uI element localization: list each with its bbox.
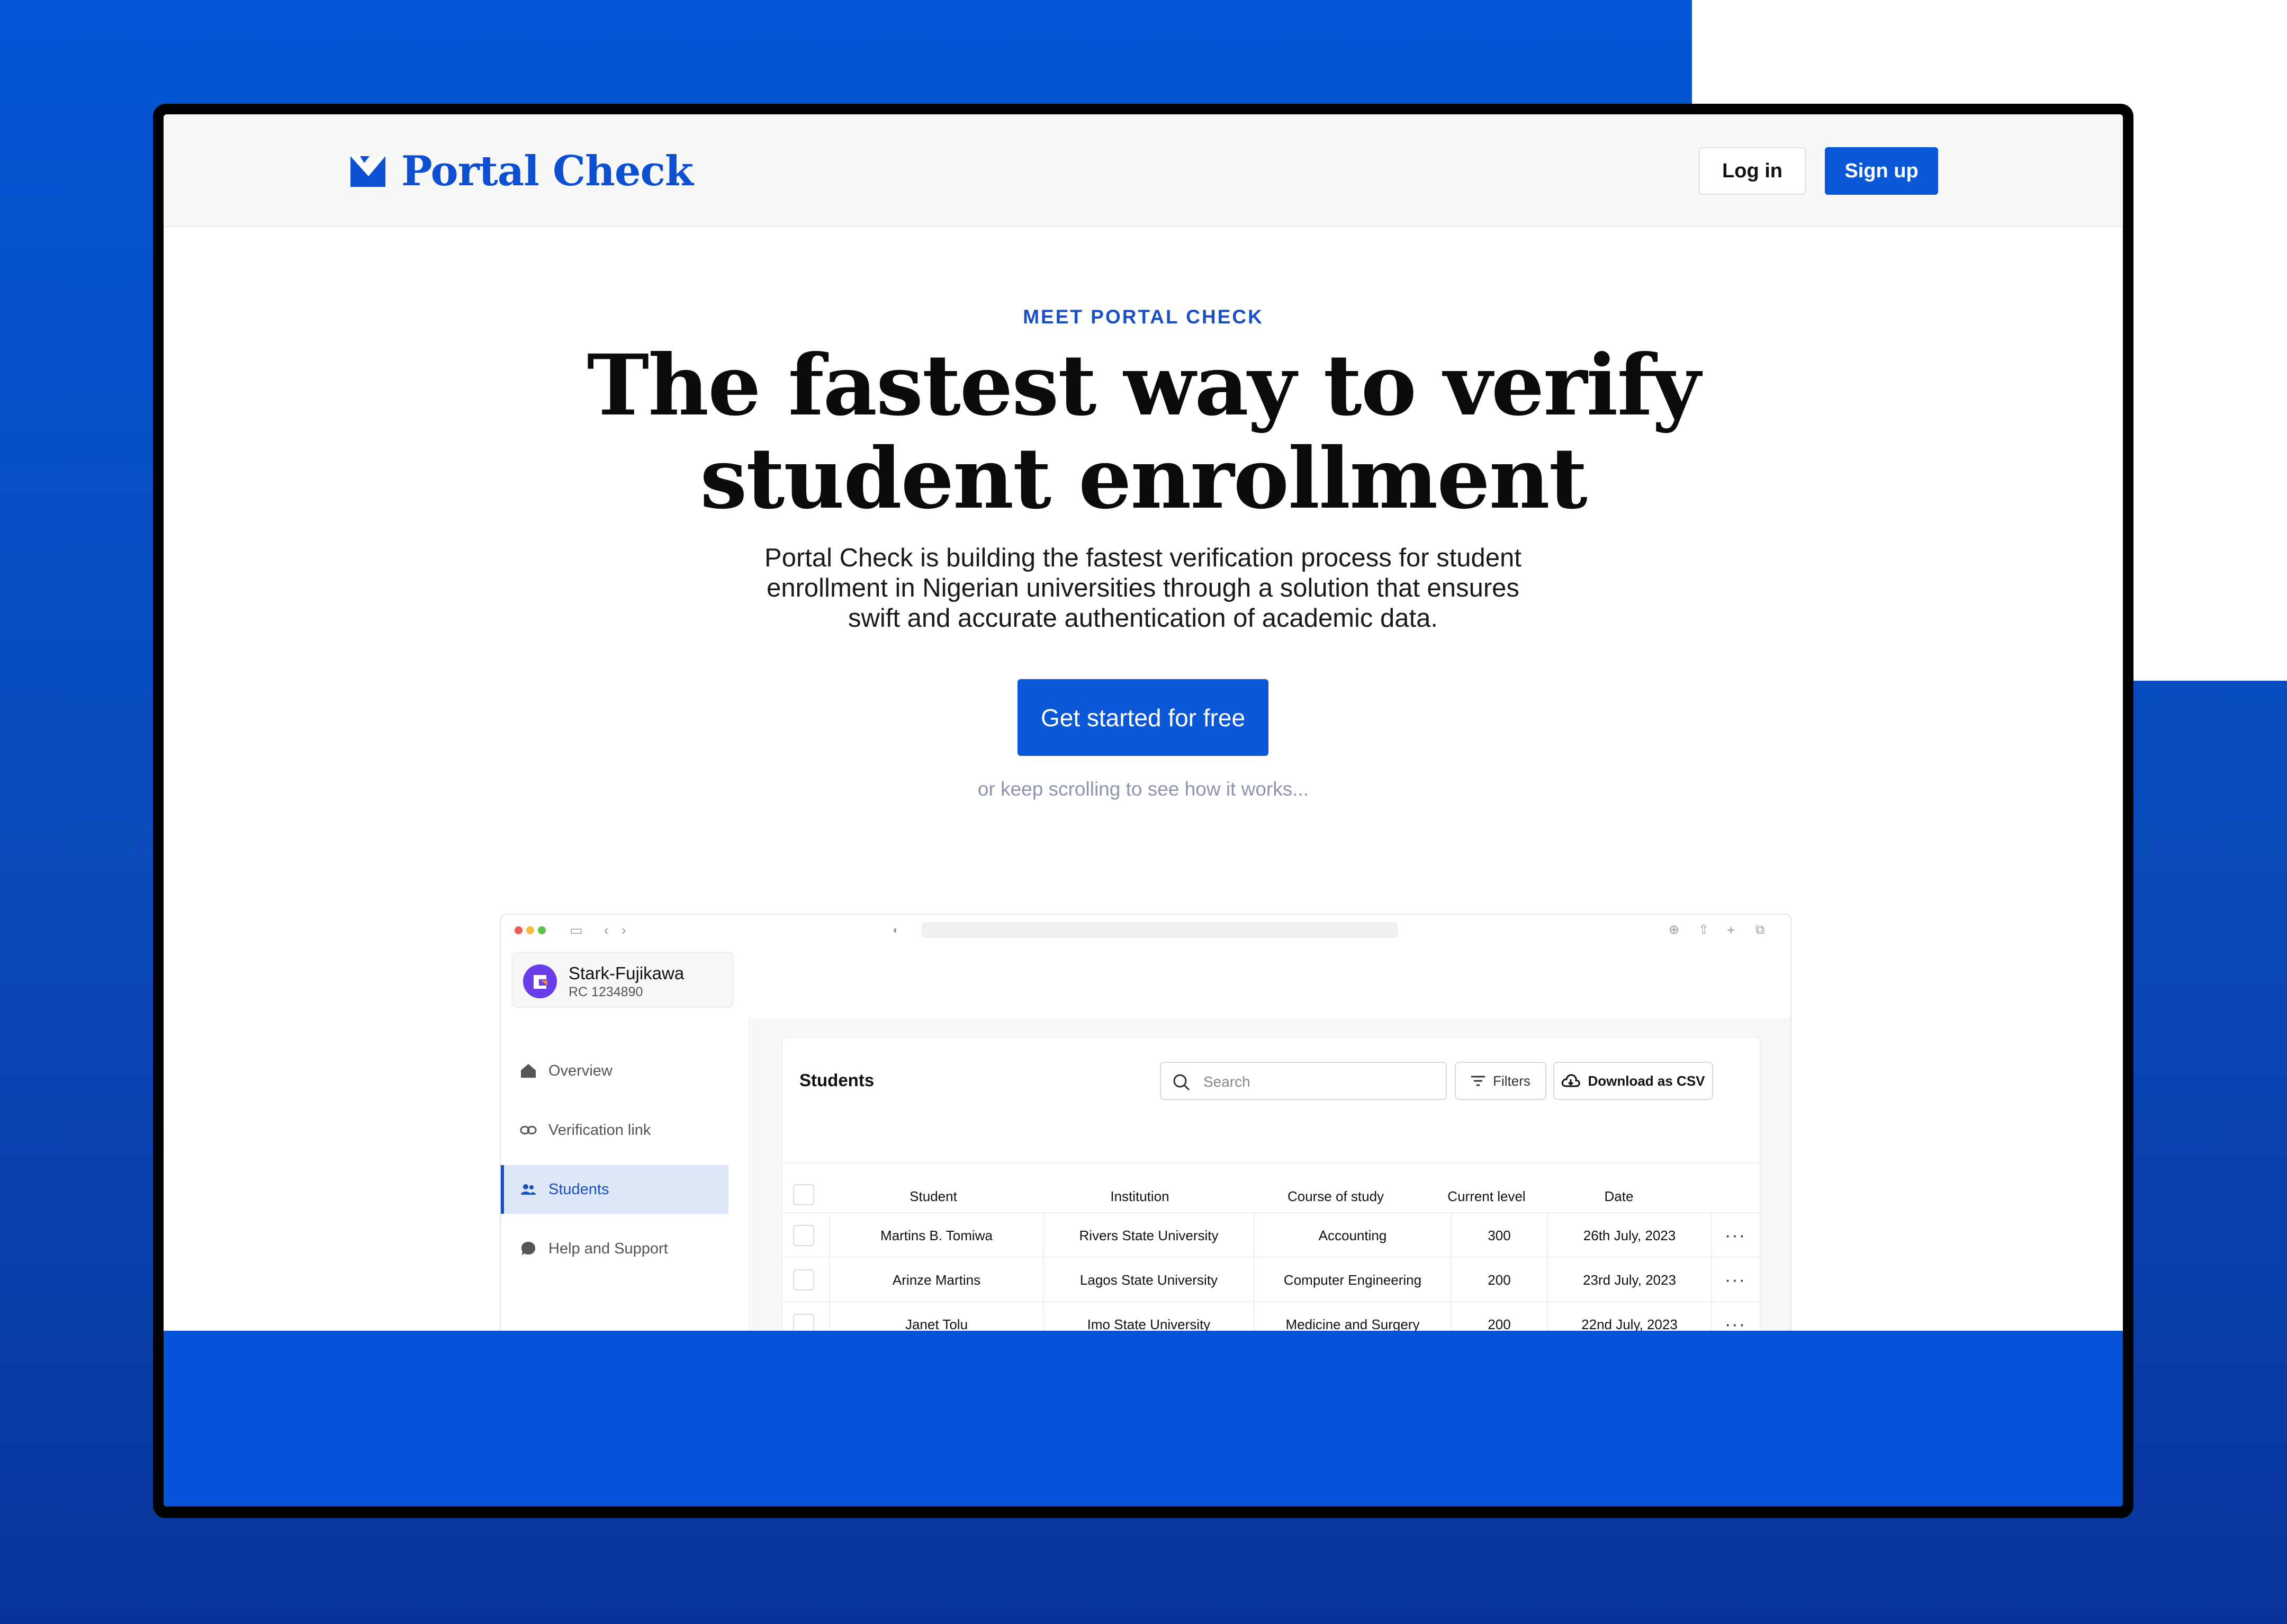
cell-course: Computer Engineering — [1283, 1271, 1422, 1288]
row-checkbox[interactable] — [793, 1225, 814, 1246]
cell-institution: Rivers State University — [1079, 1227, 1219, 1243]
column-header-course: Course of study — [1287, 1188, 1384, 1204]
users-icon — [520, 1181, 537, 1198]
blue-footer-band — [164, 1331, 2123, 1506]
sidebar-toggle-icon: ▭ — [570, 922, 583, 938]
hero-headline: The fastest way to verify student enroll… — [164, 339, 2123, 526]
organization-name: Stark-Fujikawa — [569, 963, 685, 983]
minimize-dot-icon — [526, 926, 534, 934]
organization-switcher[interactable]: Stark-Fujikawa RC 1234890 — [511, 952, 734, 1008]
new-tab-icon: + — [1727, 922, 1735, 938]
signup-button[interactable]: Sign up — [1825, 147, 1938, 195]
panel-divider — [782, 1162, 1760, 1163]
row-checkbox[interactable] — [793, 1269, 814, 1291]
cell-level: 300 — [1488, 1227, 1511, 1243]
top-navigation: Portal Check Log in Sign up — [164, 114, 2123, 227]
filters-button[interactable]: Filters — [1455, 1062, 1546, 1100]
column-separator — [1711, 1258, 1712, 1302]
table-row[interactable]: Arinze Martins Lagos State University Co… — [782, 1257, 1760, 1302]
search-input[interactable]: Search — [1160, 1062, 1447, 1100]
sidebar-item-label: Help and Support — [548, 1240, 668, 1257]
column-separator — [1711, 1213, 1712, 1258]
login-button[interactable]: Log in — [1699, 147, 1806, 195]
cell-institution: Lagos State University — [1079, 1271, 1218, 1288]
browser-frame: Portal Check Log in Sign up MEET PORTAL … — [153, 104, 2133, 1518]
checkmark-logo-icon — [350, 156, 385, 187]
get-started-button[interactable]: Get started for free — [1018, 679, 1268, 756]
download-csv-button[interactable]: Download as CSV — [1553, 1062, 1713, 1100]
cell-date: 23rd July, 2023 — [1583, 1271, 1676, 1288]
cell-date: 26th July, 2023 — [1583, 1227, 1676, 1243]
column-header-date: Date — [1604, 1188, 1634, 1204]
column-header-institution: Institution — [1110, 1188, 1169, 1204]
link-icon — [520, 1122, 537, 1139]
close-dot-icon — [515, 926, 523, 934]
brand-logo[interactable]: Portal Check — [350, 147, 694, 195]
search-placeholder: Search — [1203, 1073, 1250, 1090]
download-icon: ⊕ — [1669, 923, 1680, 937]
subtext-line-2: enrollment in Nigerian universities thro… — [767, 574, 1519, 602]
filters-label: Filters — [1493, 1072, 1530, 1089]
mock-url-bar — [922, 922, 1398, 938]
sidebar-item-verification-link[interactable]: Verification link — [501, 1106, 728, 1154]
students-panel: Students Search Filters Download as CSV … — [781, 1036, 1761, 1341]
share-icon: ⇧ — [1698, 923, 1709, 937]
mock-sidebar: Overview Verification link Students Help… — [501, 1018, 750, 1341]
download-csv-label: Download as CSV — [1588, 1072, 1705, 1089]
landing-page: Portal Check Log in Sign up MEET PORTAL … — [164, 114, 2123, 1506]
chat-bubble-icon — [520, 1240, 537, 1257]
select-all-checkbox[interactable] — [793, 1184, 814, 1205]
cell-student: Arinze Martins — [892, 1271, 981, 1288]
scroll-hint: or keep scrolling to see how it works... — [977, 778, 1309, 800]
hero-eyebrow: MEET PORTAL CHECK — [1023, 306, 1264, 328]
panel-title: Students — [799, 1070, 875, 1090]
headline-line-2: student enrollment — [700, 430, 1587, 528]
cell-student: Martins B. Tomiwa — [880, 1227, 993, 1243]
subtext-line-1: Portal Check is building the fastest ver… — [764, 544, 1521, 572]
cell-level: 200 — [1488, 1271, 1511, 1288]
row-actions-icon[interactable]: ··· — [1725, 1213, 1746, 1258]
sidebar-item-help-and-support[interactable]: Help and Support — [501, 1224, 728, 1273]
app-screenshot-mockup: ▭ ‹ › ◐ ⊕ ⇧ + ⧉ Stark-Fujikawa RC 123489… — [500, 914, 1791, 1342]
search-icon — [1173, 1074, 1190, 1091]
subtext-line-3: swift and accurate authentication of aca… — [848, 604, 1438, 633]
column-header-level: Current level — [1447, 1188, 1526, 1204]
headline-line-1: The fastest way to verify — [587, 337, 1701, 435]
hero-subtext: Portal Check is building the fastest ver… — [735, 543, 1551, 634]
sidebar-item-label: Verification link — [548, 1121, 651, 1139]
home-icon — [520, 1062, 537, 1079]
table-row[interactable]: Martins B. Tomiwa Rivers State Universit… — [782, 1212, 1760, 1258]
shield-icon: ◐ — [893, 923, 900, 936]
back-icon: ‹ — [604, 922, 609, 938]
row-actions-icon[interactable]: ··· — [1725, 1258, 1746, 1302]
forward-icon: › — [622, 922, 626, 938]
sidebar-item-overview[interactable]: Overview — [501, 1046, 728, 1095]
cloud-download-icon — [1562, 1074, 1581, 1087]
organization-avatar — [523, 964, 557, 998]
sidebar-item-label: Students — [548, 1180, 609, 1198]
sidebar-item-students[interactable]: Students — [501, 1165, 728, 1214]
tabs-overview-icon: ⧉ — [1755, 923, 1765, 937]
filter-icon — [1471, 1076, 1485, 1086]
sidebar-item-label: Overview — [548, 1062, 613, 1079]
cell-course: Accounting — [1318, 1227, 1387, 1243]
mock-browser-toolbar: ▭ ‹ › ◐ ⊕ ⇧ + ⧉ — [501, 915, 1790, 945]
brand-name: Portal Check — [401, 147, 694, 195]
organization-rc-number: RC 1234890 — [569, 985, 643, 999]
column-header-student: Student — [910, 1188, 957, 1204]
maximize-dot-icon — [538, 926, 546, 934]
